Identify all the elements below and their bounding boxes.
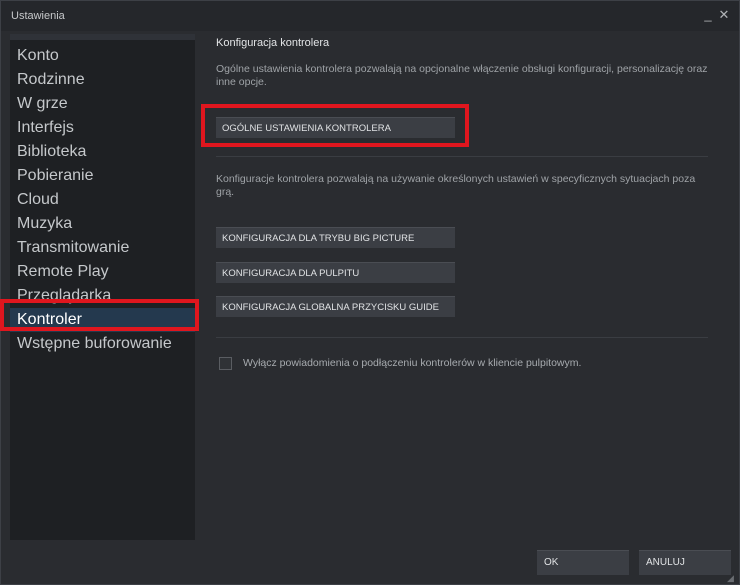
minimize-icon[interactable]: _: [701, 7, 715, 23]
disable-notifications-checkbox[interactable]: [219, 357, 232, 370]
window-title: Ustawienia: [11, 10, 65, 22]
general-controller-settings-button[interactable]: OGÓLNE USTAWIENIA KONTROLERA: [216, 117, 455, 138]
sidebar-item-interfejs[interactable]: Interfejs: [10, 116, 195, 140]
configurations-description: Konfiguracje kontrolera pozwalają na uży…: [216, 173, 696, 198]
title-bar[interactable]: Ustawienia _ ✕: [1, 1, 739, 31]
settings-sidebar: Konto Rodzinne W grze Interfejs Bibliote…: [10, 34, 195, 540]
sidebar-item-biblioteka[interactable]: Biblioteka: [10, 140, 195, 164]
settings-window: Ustawienia _ ✕ Konto Rodzinne W grze Int…: [0, 0, 740, 585]
sidebar-item-kontroler[interactable]: Kontroler: [10, 308, 195, 332]
sidebar-item-przegladarka[interactable]: Przeglądarka: [10, 284, 195, 308]
desktop-config-button[interactable]: KONFIGURACJA DLA PULPITU: [216, 262, 455, 283]
close-icon[interactable]: ✕: [717, 7, 731, 23]
guide-button-config-button[interactable]: KONFIGURACJA GLOBALNA PRZYCISKU GUIDE: [216, 296, 455, 317]
sidebar-item-muzyka[interactable]: Muzyka: [10, 212, 195, 236]
section-title: Konfiguracja kontrolera: [216, 37, 330, 49]
big-picture-config-button[interactable]: KONFIGURACJA DLA TRYBU BIG PICTURE: [216, 227, 455, 248]
sidebar-item-remote-play[interactable]: Remote Play: [10, 260, 195, 284]
divider: [216, 337, 708, 338]
resize-grip-icon[interactable]: ◢: [727, 573, 737, 583]
sidebar-item-cloud[interactable]: Cloud: [10, 188, 195, 212]
sidebar-item-pobieranie[interactable]: Pobieranie: [10, 164, 195, 188]
settings-content: Konfiguracja kontrolera Ogólne ustawieni…: [204, 34, 724, 540]
sidebar-item-wstepne-buforowanie[interactable]: Wstępne buforowanie: [10, 332, 195, 356]
sidebar-item-konto[interactable]: Konto: [10, 44, 195, 68]
ok-button[interactable]: OK: [537, 550, 629, 575]
divider: [216, 156, 708, 157]
sidebar-item-transmitowanie[interactable]: Transmitowanie: [10, 236, 195, 260]
general-settings-description: Ogólne ustawienia kontrolera pozwalają n…: [216, 63, 708, 88]
sidebar-item-rodzinne[interactable]: Rodzinne: [10, 68, 195, 92]
cancel-button[interactable]: ANULUJ: [639, 550, 731, 575]
sidebar-item-w-grze[interactable]: W grze: [10, 92, 195, 116]
disable-notifications-label[interactable]: Wyłącz powiadomienia o podłączeniu kontr…: [243, 357, 581, 369]
